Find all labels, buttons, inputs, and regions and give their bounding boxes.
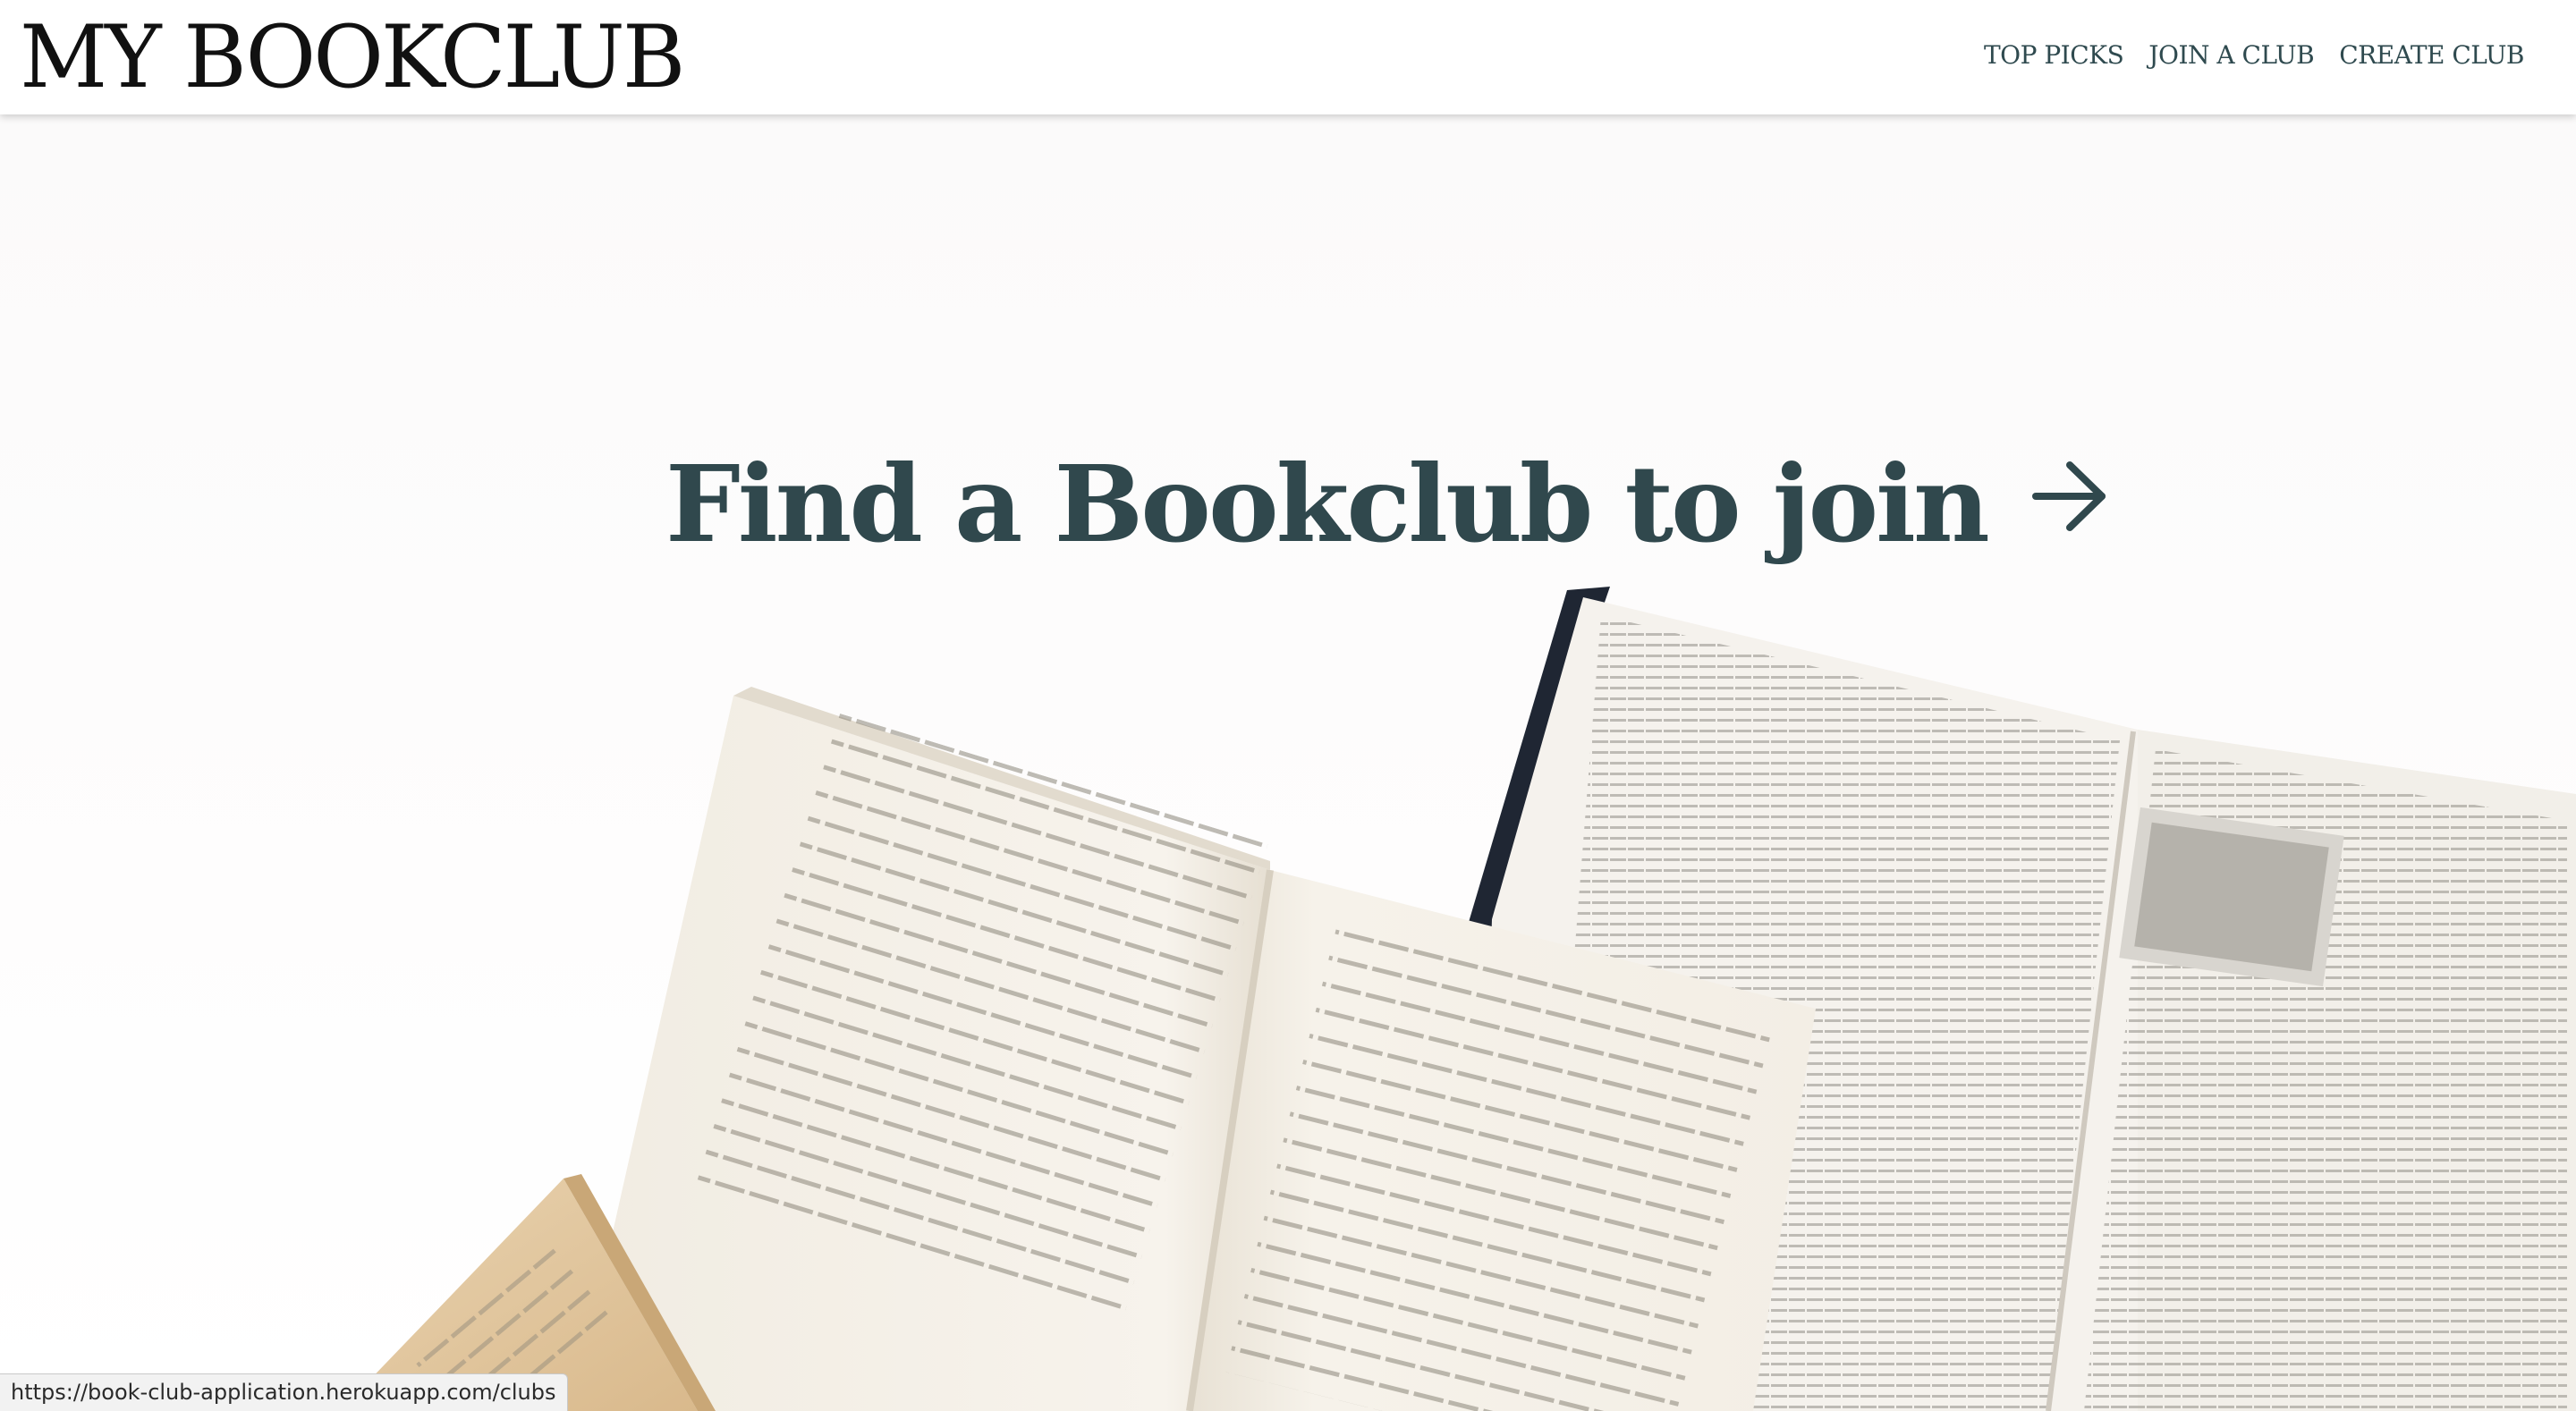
navbar: MY BOOKCLUB TOP PICKS JOIN A CLUB CREATE…	[0, 0, 2576, 114]
link-url-status-bar: https://book-club-application.herokuapp.…	[0, 1373, 568, 1411]
nav-link-join-a-club[interactable]: JOIN A CLUB	[2148, 38, 2314, 73]
brand-logo-link[interactable]: MY BOOKCLUB	[20, 4, 685, 111]
hero-title: Find a Bookclub to join	[665, 442, 1990, 566]
hero-section: Find a Bookclub to join	[0, 114, 2576, 1411]
main-nav: TOP PICKS JOIN A CLUB CREATE CLUB	[1984, 38, 2525, 73]
open-books-photo	[340, 587, 2576, 1411]
nav-link-create-club[interactable]: CREATE CLUB	[2339, 38, 2524, 73]
nav-link-top-picks[interactable]: TOP PICKS	[1984, 38, 2124, 73]
find-bookclub-link[interactable]: Find a Bookclub to join	[665, 433, 2111, 576]
arrow-right-icon	[2031, 461, 2106, 531]
